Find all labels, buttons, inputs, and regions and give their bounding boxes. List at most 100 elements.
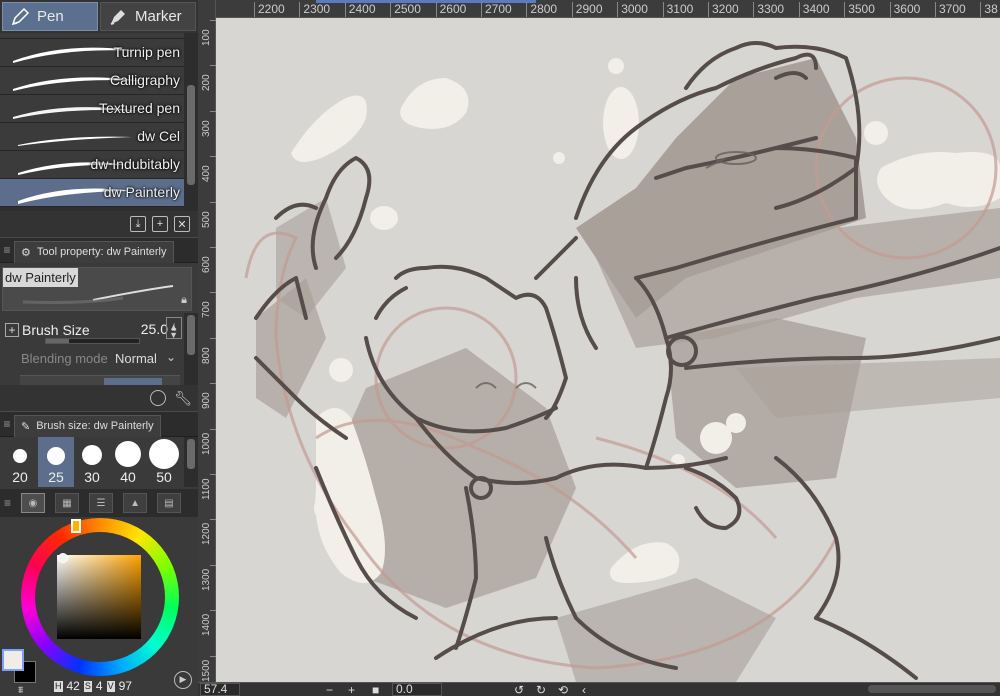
duplicate-icon[interactable]: + <box>152 216 168 232</box>
brush-item-dw-cel[interactable]: dw Cel <box>0 123 184 151</box>
ruler-tick-label: 3000 <box>617 2 648 17</box>
brush-size-preset-label: 20 <box>12 469 28 485</box>
chevron-down-icon[interactable]: ⌄ <box>166 350 176 364</box>
hue-label: H <box>54 681 63 692</box>
color-history-tab-icon[interactable]: ▤ <box>157 493 182 513</box>
horizontal-scrollbar[interactable] <box>868 685 996 693</box>
brush-item-textured-pen[interactable]: Textured pen <box>0 95 184 123</box>
menu-grip-icon[interactable]: ≡ <box>0 417 14 431</box>
expand-icon[interactable]: + <box>5 323 19 337</box>
ruler-tick-label: 3500 <box>844 2 875 17</box>
tool-property-icon: ⚙ <box>21 246 31 259</box>
angle-field[interactable]: 0.0 <box>392 683 442 696</box>
brush-item-label: Calligraphy <box>109 72 180 88</box>
ruler-tick-label: 3100 <box>662 2 693 17</box>
brush-preview: dw Painterly 🔒︎ <box>2 267 192 311</box>
marker-icon <box>107 6 129 28</box>
vertical-ruler: 100 200 300 400 500 600 700 800 900 1000 1100 1200 1… <box>198 0 216 682</box>
saturation-value: 4 <box>95 679 103 693</box>
brush-item-label: dw Cel <box>137 128 180 144</box>
value-label: V <box>106 681 115 692</box>
value-value: 97 <box>118 679 132 693</box>
scrollbar-thumb[interactable] <box>187 315 195 355</box>
reset-icon[interactable] <box>150 390 167 406</box>
tab-pen-label: Pen <box>37 8 64 25</box>
brush-size-preset-20[interactable]: 20 <box>2 437 38 487</box>
ruler-tick-label: 2200 <box>254 2 285 17</box>
brush-size-preset-25[interactable]: 25 <box>38 437 74 487</box>
brush-size-panel-title: Brush size: dw Painterly <box>36 420 154 432</box>
rotate-left-icon[interactable]: ↺ <box>514 683 524 696</box>
transparent-color-icon[interactable]: ⩩ <box>18 685 23 696</box>
ruler-tick-label: 3200 <box>708 2 739 17</box>
brush-item-turnip-pen[interactable]: Turnip pen <box>0 39 184 67</box>
reset-rotation-icon[interactable]: ⟲ <box>558 683 568 696</box>
brush-size-label: Brush Size <box>22 322 90 338</box>
play-icon[interactable]: ▶ <box>174 671 192 689</box>
chevron-left-icon[interactable]: ‹ <box>582 683 586 696</box>
scrollbar-thumb[interactable] <box>187 85 195 185</box>
brush-size-panel-header: ≡ ✎ Brush size: dw Painterly <box>0 411 198 437</box>
brush-size-preset-label: 30 <box>84 469 100 485</box>
tab-marker[interactable]: Marker <box>100 2 196 31</box>
subtool-list-scrollbar[interactable] <box>184 33 198 211</box>
saturation-value-square[interactable] <box>57 555 141 639</box>
wrench-icon[interactable]: 🔧︎ <box>174 390 192 407</box>
color-panel-header: ≡ ◉ ▦ ☰ ▲ ▤ <box>0 489 198 517</box>
zoom-in-icon[interactable]: + <box>348 683 355 696</box>
lock-icon[interactable]: 🔒︎ <box>181 294 187 307</box>
brush-size-preset-30[interactable]: 30 <box>74 437 110 487</box>
brush-item-calligraphy[interactable]: Calligraphy <box>0 67 184 95</box>
tool-property-scrollbar[interactable] <box>184 313 198 385</box>
brush-size-scrollbar[interactable] <box>184 437 198 487</box>
ruler-tick-label: 38 <box>980 2 998 17</box>
color-wheel-tab-icon[interactable]: ◉ <box>21 493 46 513</box>
color-picker-marker[interactable] <box>58 553 68 563</box>
brush-item-dw-indubitably[interactable]: dw Indubitably <box>0 151 184 179</box>
subtool-actions: ⤓ + ✕ <box>0 211 198 237</box>
rotate-right-icon[interactable]: ↻ <box>536 683 546 696</box>
brush-size-dot <box>82 445 102 465</box>
hue-marker[interactable] <box>71 519 81 533</box>
brush-size-value[interactable]: 25.0 <box>141 321 168 337</box>
intermediate-color-tab-icon[interactable]: ▲ <box>123 493 148 513</box>
tab-brush-size[interactable]: ✎ Brush size: dw Painterly <box>14 414 161 437</box>
brush-stroke-preview <box>18 136 133 146</box>
brush-size-icon: ✎ <box>21 420 31 433</box>
brush-size-preset-label: 50 <box>156 469 172 485</box>
brush-preview-stroke <box>22 285 174 304</box>
antialiasing-row[interactable] <box>20 375 180 386</box>
canvas[interactable] <box>216 18 1000 682</box>
fit-icon[interactable]: ■ <box>372 683 379 696</box>
left-panel: Pen Marker Turnip pen Calligraphy Textur… <box>0 0 198 696</box>
brush-size-dot <box>115 441 141 467</box>
brush-size-preset-50[interactable]: 50 <box>146 437 182 487</box>
brush-size-slider[interactable] <box>45 338 140 344</box>
brush-item-label: Textured pen <box>99 100 180 116</box>
tab-pen[interactable]: Pen <box>2 2 98 31</box>
color-set-tab-icon[interactable]: ▦ <box>55 493 80 513</box>
brush-size-preset-40[interactable]: 40 <box>110 437 146 487</box>
color-slider-tab-icon[interactable]: ☰ <box>89 493 114 513</box>
color-wheel-panel: ⩩ H 42 S4 V 97 ▶ <box>0 517 198 696</box>
saturation-label: S <box>83 681 92 692</box>
menu-grip-icon[interactable]: ≡ <box>4 496 11 510</box>
brush-size-preset-label: 25 <box>48 469 64 485</box>
brush-size-preset-label: 40 <box>120 469 136 485</box>
app-window: Pen Marker Turnip pen Calligraphy Textur… <box>0 0 1000 696</box>
tool-property-panel: dw Painterly 🔒︎ + Brush Size 25.0 ▲ ▼ ⤓ B… <box>0 263 198 386</box>
ruler-tick-label: 3700 <box>935 2 966 17</box>
menu-grip-icon[interactable]: ≡ <box>0 243 14 257</box>
tab-tool-property[interactable]: ⚙ Tool property: dw Painterly <box>14 240 174 263</box>
blending-mode-select[interactable]: Normal <box>115 351 157 366</box>
zoom-field[interactable]: 57.4 <box>200 683 240 696</box>
brush-size-effect-button[interactable]: ⤓ <box>166 317 182 339</box>
import-icon[interactable]: ⤓ <box>130 216 146 232</box>
brush-item-dw-painterly[interactable]: dw Painterly <box>0 179 184 207</box>
zoom-out-icon[interactable]: − <box>326 683 333 696</box>
ruler-tick-label: 2700 <box>481 2 512 17</box>
main-color-swatch[interactable] <box>2 649 24 671</box>
scrollbar-thumb[interactable] <box>187 439 195 469</box>
brush-item-label: dw Painterly <box>103 184 180 200</box>
delete-icon[interactable]: ✕ <box>174 216 190 232</box>
